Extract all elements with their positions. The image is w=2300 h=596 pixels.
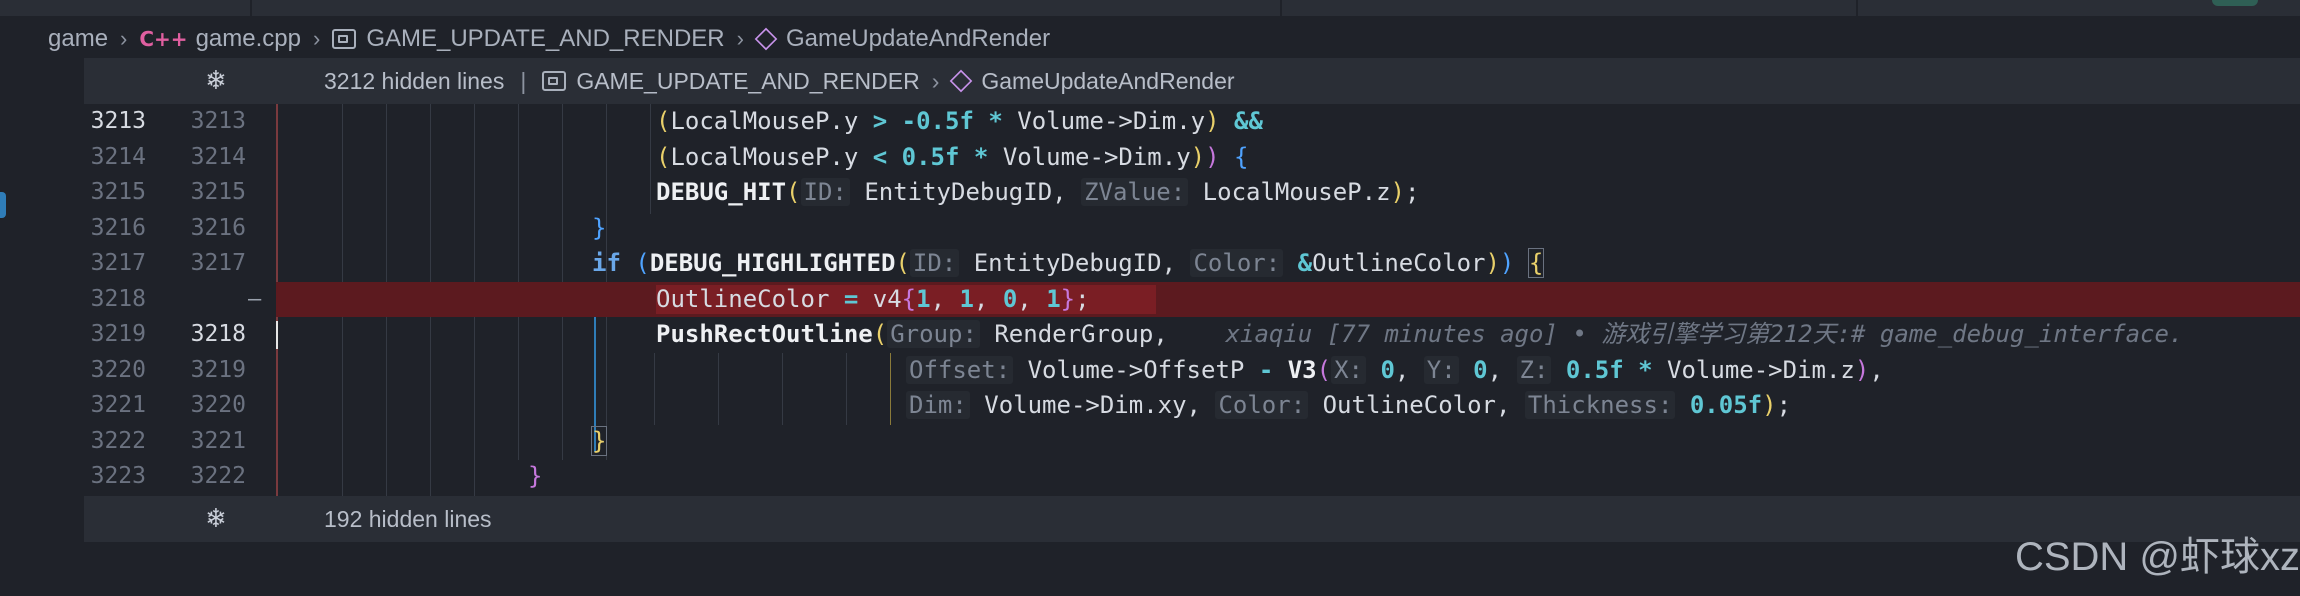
removed-code-line[interactable]: 3218 — OutlineColor = v4{1, 1, 0, 1}; xyxy=(84,281,2300,318)
unfold-icon[interactable]: ❄ xyxy=(120,66,312,96)
unfold-icon[interactable]: ❄ xyxy=(120,504,312,534)
scroll-marker xyxy=(0,192,6,218)
fold-separator: | xyxy=(520,67,527,94)
tab-bar xyxy=(0,0,2300,16)
modified-line-number: 3219 xyxy=(190,356,246,383)
code-text[interactable]: Offset: Volume->OffsetP - V3(X: 0, Y: 0,… xyxy=(906,353,1884,389)
code-text[interactable]: if (DEBUG_HIGHLIGHTED(ID: EntityDebugID,… xyxy=(592,246,1545,282)
breadcrumb-item-folder[interactable]: game xyxy=(48,25,108,53)
hidden-lines-label[interactable]: 192 hidden lines xyxy=(324,506,492,533)
code-text[interactable]: (LocalMouseP.y < 0.5f * Volume->Dim.y)) … xyxy=(656,140,1248,176)
original-line-number: 3218 xyxy=(90,285,146,312)
removed-line-highlight xyxy=(276,281,2300,317)
symbol-macro-icon xyxy=(332,29,357,49)
tab-divider xyxy=(1280,0,1282,16)
code-text[interactable]: } xyxy=(528,459,542,495)
modified-line-number: 3213 xyxy=(190,108,246,134)
git-blame-annotation: xiaqiu [77 minutes ago] • 游戏引擎学习第212天:# … xyxy=(1225,320,2184,348)
status-indicator xyxy=(2212,0,2258,6)
modified-line-number xyxy=(156,282,246,318)
original-line-number: 3216 xyxy=(90,214,146,241)
method-icon xyxy=(950,69,973,93)
tab-divider xyxy=(250,0,252,16)
cursor xyxy=(276,317,278,353)
chevron-right-icon: › xyxy=(736,26,744,51)
original-line-number: 3221 xyxy=(90,392,146,418)
modified-line-number: 3218 xyxy=(190,321,246,347)
code-line[interactable]: 3216 3216 } xyxy=(84,211,2300,247)
chevron-right-icon: › xyxy=(312,26,321,51)
code-text[interactable]: } xyxy=(592,211,606,247)
tab-divider xyxy=(1856,0,1858,16)
removed-marker: — xyxy=(248,286,262,312)
code-line[interactable]: 3215 3215 DEBUG_HIT(ID: EntityDebugID, Z… xyxy=(84,175,2300,211)
code-line[interactable]: 3214 3214 (LocalMouseP.y < 0.5f * Volume… xyxy=(84,140,2300,176)
modified-line-number: 3216 xyxy=(190,214,246,241)
hidden-lines-bar-bottom[interactable]: ❄ 192 hidden lines xyxy=(84,496,2300,542)
code-text[interactable]: (LocalMouseP.y > -0.5f * Volume->Dim.y) … xyxy=(656,104,1263,140)
code-text[interactable]: PushRectOutline(Group: RenderGroup, xiaq… xyxy=(656,317,2183,353)
original-line-number: 3222 xyxy=(90,427,146,454)
symbol-macro-icon xyxy=(542,71,567,91)
hidden-lines-label[interactable]: 3212 hidden lines xyxy=(324,68,504,95)
modified-line-number: 3215 xyxy=(190,179,246,205)
watermark: CSDN @虾球xz xyxy=(2014,535,2300,579)
breadcrumb-item-file[interactable]: game.cpp xyxy=(196,25,301,53)
chevron-right-icon: › xyxy=(931,67,940,94)
original-line-number: 3223 xyxy=(90,463,146,489)
modified-line-number: 3221 xyxy=(190,427,246,454)
hidden-lines-bar-top[interactable]: ❄ 3212 hidden lines | GAME_UPDATE_AND_RE… xyxy=(84,58,2300,104)
code-text[interactable]: OutlineColor = v4{1, 1, 0, 1}; xyxy=(656,282,1090,318)
code-line[interactable]: 3221 3220 Dim: Volume->Dim.xy, Color: Ou… xyxy=(84,388,2300,424)
original-line-number: 3220 xyxy=(90,356,146,383)
original-line-number: 3217 xyxy=(90,250,146,276)
code-line[interactable]: 3220 3219 Offset: Volume->OffsetP - V3(X… xyxy=(84,353,2300,389)
breadcrumb-item-function[interactable]: GameUpdateAndRender xyxy=(786,25,1050,53)
original-line-number: 3219 xyxy=(90,321,146,347)
code-line[interactable]: 3222 3221 } xyxy=(84,424,2300,460)
fold-path-function[interactable]: GameUpdateAndRender xyxy=(981,68,1234,95)
original-line-number: 3214 xyxy=(90,143,146,170)
code-text[interactable]: Dim: Volume->Dim.xy, Color: OutlineColor… xyxy=(906,388,1791,424)
modified-line-number: 3220 xyxy=(190,392,246,418)
code-text[interactable]: DEBUG_HIT(ID: EntityDebugID, ZValue: Loc… xyxy=(656,175,1419,211)
method-icon xyxy=(754,27,778,51)
fold-path-macro[interactable]: GAME_UPDATE_AND_RENDER xyxy=(576,68,919,95)
activity-gutter xyxy=(0,16,84,596)
cpp-icon: C++ xyxy=(139,27,188,51)
chevron-right-icon: › xyxy=(120,26,128,51)
breadcrumb-item-macro[interactable]: GAME_UPDATE_AND_RENDER xyxy=(366,25,724,53)
modified-line-number: 3214 xyxy=(190,143,246,170)
original-line-number: 3215 xyxy=(90,179,146,205)
breadcrumb: game › C++ game.cpp › GAME_UPDATE_AND_RE… xyxy=(48,16,1050,62)
code-line[interactable]: 3213 3213 (LocalMouseP.y > -0.5f * Volum… xyxy=(84,104,2300,140)
modified-line-number: 3217 xyxy=(190,250,246,276)
editor-empty-area xyxy=(84,542,2300,596)
code-line[interactable]: 3223 3222 } xyxy=(84,459,2300,495)
code-line-current[interactable]: 3219 3218 PushRectOutline(Group: RenderG… xyxy=(84,317,2300,353)
modified-line-number: 3222 xyxy=(190,463,246,489)
code-line[interactable]: 3217 3217 if (DEBUG_HIGHLIGHTED(ID: Enti… xyxy=(84,246,2300,282)
code-text[interactable]: } xyxy=(590,424,608,460)
original-line-number: 3213 xyxy=(90,108,146,134)
